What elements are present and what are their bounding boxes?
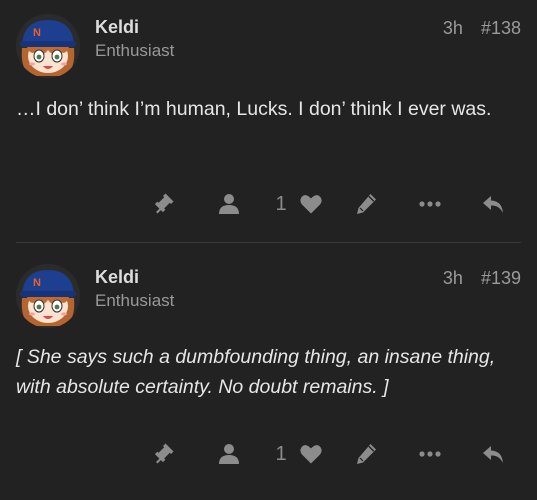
avatar-image	[16, 14, 80, 78]
post-number[interactable]: #139	[481, 268, 521, 288]
post-meta: 3h #139	[425, 268, 521, 289]
user-button[interactable]	[216, 438, 242, 470]
post-number[interactable]: #138	[481, 18, 521, 38]
post-actions: 1	[0, 438, 537, 470]
post-time[interactable]: 3h	[443, 268, 463, 288]
like-count-button[interactable]: 1	[272, 438, 290, 470]
username[interactable]: Keldi	[95, 16, 174, 38]
gavel-icon	[152, 442, 176, 466]
post-body: …I don’ think I’m human, Lucks. I don’ t…	[16, 98, 492, 120]
ellipsis-icon	[418, 442, 442, 466]
post-body: [ She says such a dumbfounding thing, an…	[16, 346, 496, 398]
user-icon	[217, 192, 241, 216]
post-meta: 3h #138	[425, 18, 521, 39]
username[interactable]: Keldi	[95, 266, 174, 288]
avatar[interactable]	[16, 264, 80, 328]
more-button[interactable]	[416, 188, 444, 220]
user-icon	[217, 442, 241, 466]
heart-icon	[298, 442, 324, 466]
user-button[interactable]	[216, 188, 242, 220]
post-time[interactable]: 3h	[443, 18, 463, 38]
like-count-button[interactable]: 1	[272, 188, 290, 220]
avatar[interactable]	[16, 14, 80, 78]
pencil-icon	[354, 442, 378, 466]
reply-icon	[480, 192, 506, 216]
like-button[interactable]	[296, 438, 326, 470]
post-actions: 1	[0, 188, 537, 220]
reply-icon	[480, 442, 506, 466]
flag-button[interactable]	[150, 438, 178, 470]
reply-button[interactable]	[478, 188, 508, 220]
flag-button[interactable]	[150, 188, 178, 220]
edit-button[interactable]	[352, 188, 380, 220]
ellipsis-icon	[418, 192, 442, 216]
user-title: Enthusiast	[95, 291, 175, 310]
heart-icon	[298, 192, 324, 216]
like-button[interactable]	[296, 188, 326, 220]
pencil-icon	[354, 192, 378, 216]
post: Keldi Enthusiast 3h #139 [ She says such …	[0, 244, 537, 488]
user-title: Enthusiast	[95, 41, 175, 60]
like-count: 1	[275, 192, 287, 215]
like-count: 1	[275, 442, 287, 465]
gavel-icon	[152, 192, 176, 216]
reply-button[interactable]	[478, 438, 508, 470]
post-author: Keldi Enthusiast	[95, 16, 174, 62]
post-divider	[16, 242, 521, 243]
edit-button[interactable]	[352, 438, 380, 470]
post: Keldi Enthusiast 3h #138 …I don’ think I’…	[0, 0, 537, 244]
avatar-image	[16, 264, 80, 328]
post-author: Keldi Enthusiast	[95, 266, 174, 312]
more-button[interactable]	[416, 438, 444, 470]
